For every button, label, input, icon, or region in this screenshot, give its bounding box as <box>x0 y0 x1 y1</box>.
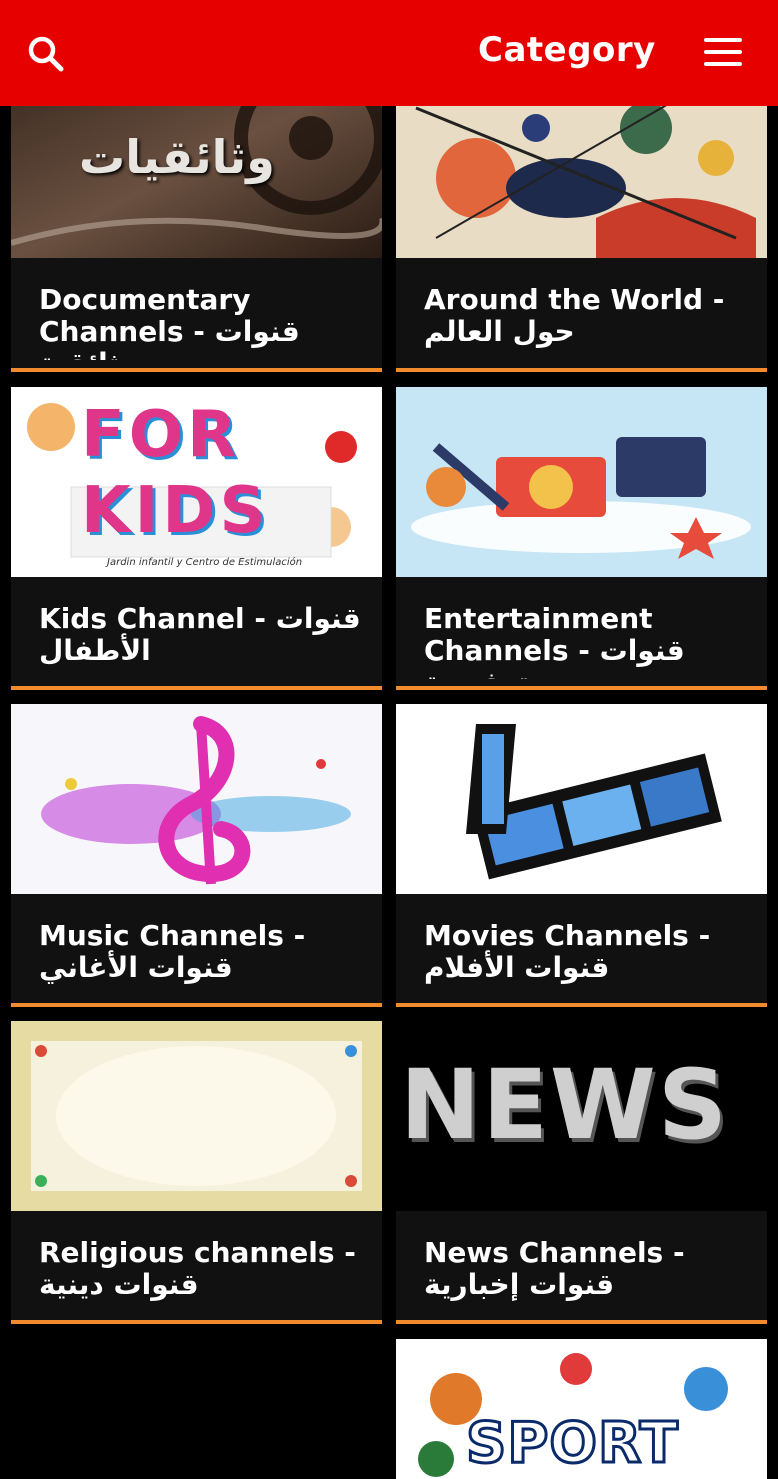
category-label: News Channels - قنوات إخبارية <box>424 1237 685 1301</box>
thumbnail-text: FOR KIDS <box>81 398 270 548</box>
category-label: Movies Channels - قنوات الأفلام <box>424 920 711 984</box>
hamburger-menu-icon[interactable] <box>704 38 746 68</box>
category-card-news[interactable]: NEWS News Channels - قنوات إخبارية <box>396 1021 767 1324</box>
top-app-bar: Category <box>0 0 778 106</box>
accent-divider <box>396 368 767 372</box>
accent-divider <box>396 1320 767 1324</box>
category-label: Religious channels - قنوات دينية <box>39 1237 356 1301</box>
category-card-around-the-world[interactable]: Around the World - حول العالم <box>396 68 767 372</box>
category-label: Music Channels - قنوات الأغاني <box>39 920 306 984</box>
page-title: Category <box>478 30 656 70</box>
search-icon[interactable] <box>25 33 69 77</box>
accent-divider <box>396 686 767 690</box>
category-label: Entertainment Channels - قنوات ترفيهية <box>424 603 685 679</box>
thumbnail-text: NEWS <box>400 1049 729 1161</box>
category-label: Around the World - حول العالم <box>424 284 725 348</box>
accent-divider <box>11 1320 382 1324</box>
category-label: Kids Channel - قنوات الأطفال <box>39 603 361 667</box>
category-thumbnail <box>11 1021 382 1211</box>
category-thumbnail <box>396 704 767 894</box>
category-thumbnail <box>11 704 382 894</box>
category-label: Documentary Channels - قنوات وثائقية <box>39 284 300 360</box>
category-thumbnail: FOR KIDS Jardin infantil y Centro de Est… <box>11 387 382 577</box>
category-card-documentary[interactable]: وثائقيات Documentary Channels - قنوات وث… <box>11 68 382 372</box>
category-card-movies[interactable]: Movies Channels - قنوات الأفلام <box>396 704 767 1007</box>
accent-divider <box>11 368 382 372</box>
category-thumbnail: SPORT <box>396 1339 767 1479</box>
thumbnail-text: وثائقيات <box>79 130 275 184</box>
accent-divider <box>11 686 382 690</box>
thumbnail-subtext: Jardin infantil y Centro de Estimulación <box>107 557 303 568</box>
thumbnail-text: SPORT <box>465 1410 680 1478</box>
category-card-sport[interactable]: SPORT <box>396 1339 767 1479</box>
category-card-kids[interactable]: FOR KIDS Jardin infantil y Centro de Est… <box>11 387 382 690</box>
accent-divider <box>396 1003 767 1007</box>
category-thumbnail: NEWS <box>396 1021 767 1211</box>
category-thumbnail <box>396 387 767 577</box>
accent-divider <box>11 1003 382 1007</box>
category-card-music[interactable]: Music Channels - قنوات الأغاني <box>11 704 382 1007</box>
category-card-religious[interactable]: Religious channels - قنوات دينية <box>11 1021 382 1324</box>
category-card-entertainment[interactable]: Entertainment Channels - قنوات ترفيهية <box>396 387 767 690</box>
